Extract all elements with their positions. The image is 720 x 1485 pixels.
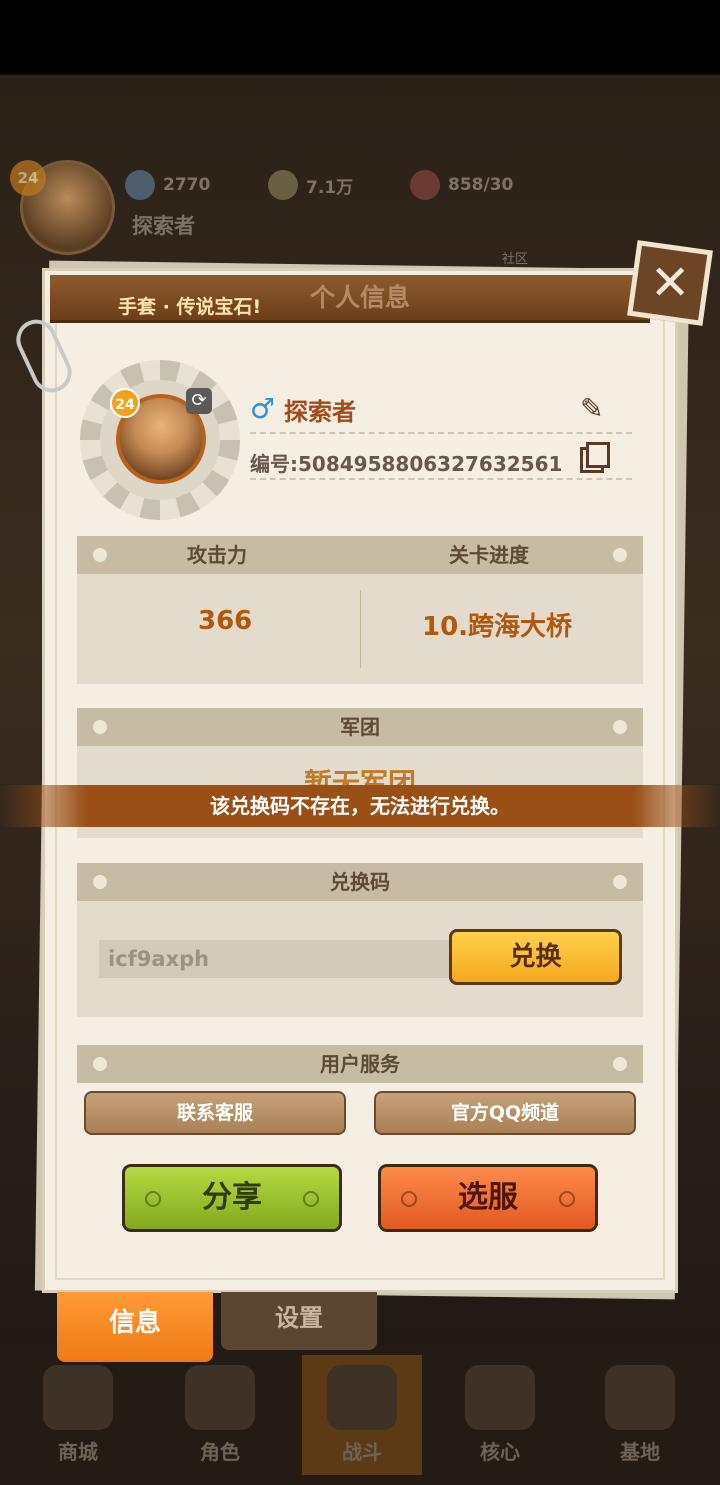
tab-info[interactable]: 信息 xyxy=(57,1292,213,1362)
gem-value: 2770 xyxy=(163,175,211,195)
background-coin-counter: 7.1万 xyxy=(268,170,353,200)
close-icon: ✕ xyxy=(649,255,691,311)
divider xyxy=(250,432,632,434)
background-player-name: 探索者 xyxy=(132,214,195,238)
qq-channel-button[interactable]: 官方QQ频道 xyxy=(374,1091,636,1135)
redeem-header: 兑换码 xyxy=(77,863,643,901)
player-name: 探索者 xyxy=(284,398,356,426)
nav-shop: 商城 xyxy=(18,1355,138,1475)
redeem-button[interactable]: 兑换 xyxy=(449,929,622,985)
redeem-label: 兑换码 xyxy=(330,870,390,894)
progress-label: 关卡进度 xyxy=(449,543,529,567)
copy-id-icon[interactable] xyxy=(580,442,610,473)
error-toast: 该兑换码不存在，无法进行兑换。 xyxy=(0,785,720,827)
nav-base: 基地 xyxy=(580,1355,700,1475)
divider xyxy=(250,478,632,480)
background-community-label: 社区 xyxy=(502,252,529,267)
meat-value: 858/30 xyxy=(448,175,514,195)
select-server-label: 选服 xyxy=(458,1180,518,1215)
rivet-icon xyxy=(93,548,107,562)
player-id: 编号:5084958806327632561 xyxy=(250,452,563,476)
bolt-icon xyxy=(303,1191,319,1207)
scrolling-ticker: 手套 · 传说宝石! xyxy=(118,296,262,318)
meat-icon xyxy=(410,170,440,200)
nav-core: 核心 xyxy=(440,1355,560,1475)
share-label: 分享 xyxy=(202,1180,262,1215)
service-label: 用户服务 xyxy=(320,1052,400,1076)
male-icon: ♂ xyxy=(250,392,276,425)
rivet-icon xyxy=(613,720,627,734)
stats-divider xyxy=(360,590,361,668)
rivet-icon xyxy=(613,548,627,562)
tab-settings[interactable]: 设置 xyxy=(221,1292,377,1350)
edit-name-icon[interactable]: ✎ xyxy=(580,393,612,425)
nav-battle: 战斗 xyxy=(302,1355,422,1475)
background-gem-counter: 2770 xyxy=(125,170,210,200)
background-level-badge: 24 xyxy=(10,160,46,196)
close-button[interactable]: ✕ xyxy=(627,240,713,326)
stats-header: 攻击力 关卡进度 xyxy=(77,536,643,574)
toast-message: 该兑换码不存在，无法进行兑换。 xyxy=(210,794,510,818)
gem-icon xyxy=(125,170,155,200)
rivet-icon xyxy=(93,1057,107,1071)
select-server-button[interactable]: 选服 xyxy=(378,1164,598,1232)
rivet-icon xyxy=(613,1057,627,1071)
nav-character: 角色 xyxy=(160,1355,280,1475)
bolt-icon xyxy=(145,1191,161,1207)
contact-support-button[interactable]: 联系客服 xyxy=(84,1091,346,1135)
service-header: 用户服务 xyxy=(77,1045,643,1083)
legion-header: 军团 xyxy=(77,708,643,746)
bolt-icon xyxy=(559,1191,575,1207)
background-meat-counter: 858/30 xyxy=(410,170,513,200)
coin-icon xyxy=(268,170,298,200)
redeem-code-input[interactable] xyxy=(99,940,451,978)
legion-label: 军团 xyxy=(340,715,380,739)
coin-value: 7.1万 xyxy=(306,177,354,198)
rivet-icon xyxy=(93,875,107,889)
progress-value: 10.跨海大桥 xyxy=(422,612,573,642)
rivet-icon xyxy=(613,875,627,889)
panel-title: 个人信息 xyxy=(309,283,410,312)
bolt-icon xyxy=(401,1191,417,1207)
attack-label: 攻击力 xyxy=(187,543,247,567)
share-button[interactable]: 分享 xyxy=(122,1164,342,1232)
rivet-icon xyxy=(93,720,107,734)
attack-value: 366 xyxy=(198,606,253,636)
change-avatar-icon[interactable]: ⟳ xyxy=(186,388,212,414)
level-badge: 24 xyxy=(110,388,140,418)
